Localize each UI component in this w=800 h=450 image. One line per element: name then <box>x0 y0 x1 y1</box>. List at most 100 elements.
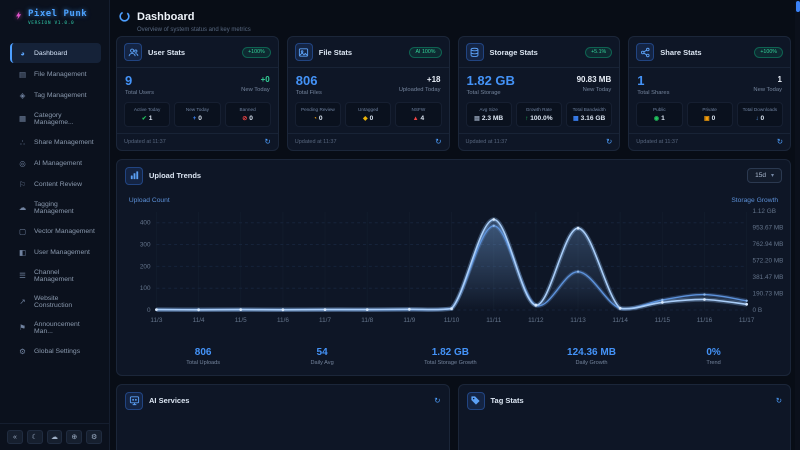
stat-main-label: Total Files <box>296 90 322 96</box>
stat-side-label: Uploaded Today <box>399 87 441 93</box>
mini-stat-icon: ✔ <box>142 116 147 122</box>
svg-text:11/17: 11/17 <box>739 317 755 324</box>
refresh-icon[interactable]: ↻ <box>776 397 782 405</box>
svg-text:11/11: 11/11 <box>486 317 501 324</box>
sidebar-item-file-management[interactable]: ▤ File Management <box>10 64 101 84</box>
sidebar-item-icon: ▦ <box>18 114 27 123</box>
sidebar-item-label: AI Management <box>34 160 82 167</box>
stat-main-label: Total Shares <box>637 90 669 96</box>
footer-icon-button-language-globe[interactable]: ⊕ <box>66 430 82 444</box>
footer-icon-button-collapse[interactable]: « <box>7 430 23 444</box>
sidebar-item-share-management[interactable]: ∴ Share Management <box>10 132 101 152</box>
svg-text:11/13: 11/13 <box>570 317 586 324</box>
sidebar-item-content-review[interactable]: ⚐ Content Review <box>10 174 101 194</box>
sidebar-item-icon: ▤ <box>18 70 27 79</box>
sidebar-item-icon: ⚐ <box>18 180 27 189</box>
sidebar-item-label: Channel Management <box>34 269 95 283</box>
sidebar-item-label: Announcement Man... <box>34 321 95 335</box>
scrollbar-thumb[interactable] <box>796 1 800 12</box>
svg-text:762.94 MB: 762.94 MB <box>753 241 784 248</box>
panel-icon <box>125 392 143 410</box>
sidebar-item-label: File Management <box>34 71 87 78</box>
sidebar-item-label: Tagging Management <box>34 201 95 215</box>
svg-text:0 B: 0 B <box>753 307 763 314</box>
sidebar-item-global-settings[interactable]: ⚙ Global Settings <box>10 341 101 361</box>
footer-icon-button-theme-moon[interactable]: ☾ <box>27 430 43 444</box>
refresh-icon[interactable]: ↻ <box>434 397 440 405</box>
sidebar-item-channel-management[interactable]: ☰ Channel Management <box>10 263 101 288</box>
dashboard-icon <box>118 10 131 23</box>
page-title: Dashboard <box>137 11 194 23</box>
svg-text:11/12: 11/12 <box>528 317 544 324</box>
refresh-icon[interactable]: ↻ <box>777 138 783 146</box>
stat-side-value: 90.83 MB <box>577 74 612 85</box>
stat-main-value: 9 <box>125 74 154 88</box>
panel-icon <box>467 392 485 410</box>
sidebar-item-label: Category Manageme... <box>34 112 95 126</box>
sidebar-item-label: Dashboard <box>34 50 67 57</box>
svg-text:11/4: 11/4 <box>193 317 205 324</box>
sidebar-item-label: Website Construction <box>34 295 95 309</box>
sidebar-item-icon: ↗ <box>18 297 27 306</box>
sidebar-item-icon: ⚙ <box>18 347 27 356</box>
stat-card-title: Storage Stats <box>490 48 538 57</box>
sidebar-item-ai-management[interactable]: ◎ AI Management <box>10 153 101 173</box>
sidebar-item-tagging-management[interactable]: ☁ Tagging Management <box>10 195 101 220</box>
sidebar-item-label: Global Settings <box>34 348 80 355</box>
svg-text:953.67 MB: 953.67 MB <box>753 224 784 231</box>
footer-icon-button-settings-gear[interactable]: ⚙ <box>86 430 102 444</box>
sidebar-item-announcement-management[interactable]: ⚑ Announcement Man... <box>10 315 101 340</box>
range-select[interactable]: 15d ▾ <box>747 168 782 183</box>
refresh-icon[interactable]: ↻ <box>435 138 441 146</box>
svg-text:11/14: 11/14 <box>612 317 628 324</box>
footer-icon: ☁ <box>51 433 58 441</box>
mini-stat: Growth Rate ↑100.0% <box>516 102 562 127</box>
bottom-panel: Tag Stats ↻ <box>458 384 792 450</box>
mini-stat-icon: ↓ <box>756 116 759 122</box>
sidebar-item-category-management[interactable]: ▦ Category Manageme... <box>10 106 101 131</box>
sidebar-item-website-construction[interactable]: ↗ Website Construction <box>10 289 101 314</box>
stat-card: User Stats +100% 9 Total Users +0 New To… <box>116 36 279 151</box>
svg-text:11/10: 11/10 <box>444 317 460 324</box>
stat-side-label: New Today <box>577 87 612 93</box>
sidebar-item-vector-management[interactable]: ▢ Vector Management <box>10 221 101 241</box>
stat-side-label: New Today <box>753 87 782 93</box>
sidebar-menu: ◕ Dashboard ▤ File Management ◈ Tag Mana… <box>0 42 109 423</box>
svg-text:11/6: 11/6 <box>277 317 289 324</box>
sidebar-item-icon: ⚑ <box>18 323 27 332</box>
stat-badge: +5.1% <box>585 47 612 58</box>
sidebar-item-label: Share Management <box>34 139 94 146</box>
updated-at: Updated at 11:37 <box>466 139 508 145</box>
sidebar-item-icon: ∴ <box>18 138 27 147</box>
stat-card-title: Share Stats <box>660 48 701 57</box>
stat-main-label: Total Storage <box>467 90 515 96</box>
panel-title: Tag Stats <box>491 396 524 405</box>
sidebar-item-dashboard[interactable]: ◕ Dashboard <box>10 43 101 63</box>
bottom-panel: AI Services ↻ <box>116 384 450 450</box>
sidebar-item-icon: ◎ <box>18 159 27 168</box>
mini-stat-icon: ◉ <box>654 116 659 122</box>
refresh-icon[interactable]: ↻ <box>264 138 270 146</box>
sidebar: Pixel Punk VERSION V1.0.0 ◕ Dashboard ▤ … <box>0 0 110 450</box>
sidebar-footer: « ☾ ☁ ⊕ ⚙ <box>0 423 109 450</box>
updated-at: Updated at 11:37 <box>124 139 166 145</box>
sidebar-item-user-management[interactable]: ◧ User Management <box>10 242 101 262</box>
stat-card: File Stats AI 100% 806 Total Files +18 U… <box>287 36 450 151</box>
mini-stat: Banned ⊘0 <box>225 102 271 127</box>
summary-item: 124.36 MB Daily Growth <box>567 347 616 366</box>
svg-text:11/16: 11/16 <box>697 317 713 324</box>
footer-icon-button-cloud[interactable]: ☁ <box>47 430 63 444</box>
scrollbar[interactable] <box>795 0 800 450</box>
stat-badge: +100% <box>754 47 783 58</box>
stat-main-value: 806 <box>296 74 322 88</box>
trends-title: Upload Trends <box>149 171 201 180</box>
sidebar-item-tag-management[interactable]: ◈ Tag Management <box>10 85 101 105</box>
refresh-icon[interactable]: ↻ <box>606 138 612 146</box>
sidebar-item-icon: ◈ <box>18 91 27 100</box>
mini-stat: Private ▣0 <box>687 102 733 127</box>
footer-icon: ⊕ <box>71 433 77 441</box>
stat-card-icon <box>124 43 142 61</box>
lightning-bolt-icon <box>14 9 24 23</box>
svg-text:200: 200 <box>140 263 151 270</box>
mini-stat: Active Today ✔1 <box>124 102 170 127</box>
